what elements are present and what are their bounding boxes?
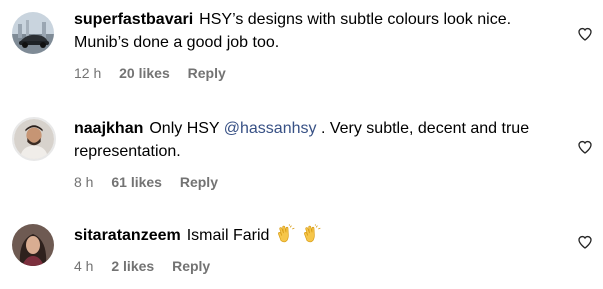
heart-outline-icon[interactable] (577, 26, 593, 42)
mention-link[interactable]: @hassanhsy (224, 120, 317, 137)
comment-time: 8 h (74, 174, 94, 190)
comment-meta: 4 h 2 likes Reply (74, 257, 563, 275)
comment-likes[interactable]: 20 likes (119, 65, 170, 81)
comment-list: superfastbavari HSY’s designs with subtle… (0, 0, 603, 289)
comment-likes[interactable]: 2 likes (111, 258, 154, 274)
avatar[interactable] (12, 224, 54, 266)
clapping-hands-emoji (303, 224, 321, 243)
comment-message: Ismail Farid (186, 227, 270, 244)
reply-button[interactable]: Reply (180, 174, 218, 190)
comment-username[interactable]: sitaratanzeem (74, 227, 181, 244)
comment-username[interactable]: naajkhan (74, 120, 143, 137)
avatar[interactable] (12, 117, 56, 161)
comment-meta: 12 h 20 likes Reply (74, 64, 563, 82)
reply-button[interactable]: Reply (188, 65, 226, 81)
comment-text: naajkhan Only HSY @hassanhsy . Very subtl… (74, 117, 563, 163)
comment-message: Only HSY (149, 120, 220, 137)
heart-outline-icon[interactable] (577, 139, 593, 155)
comment-time: 4 h (74, 258, 94, 274)
comment-text: sitaratanzeem Ismail Farid (74, 224, 563, 247)
avatar[interactable] (12, 12, 54, 54)
comment-meta: 8 h 61 likes Reply (74, 173, 563, 191)
clapping-hands-emoji (277, 224, 295, 243)
heart-outline-icon[interactable] (577, 234, 593, 250)
comment-likes[interactable]: 61 likes (111, 174, 162, 190)
comment-text: superfastbavari HSY’s designs with subtle… (74, 8, 563, 54)
comment-time: 12 h (74, 65, 102, 81)
comment-username[interactable]: superfastbavari (74, 11, 193, 28)
reply-button[interactable]: Reply (172, 258, 210, 274)
